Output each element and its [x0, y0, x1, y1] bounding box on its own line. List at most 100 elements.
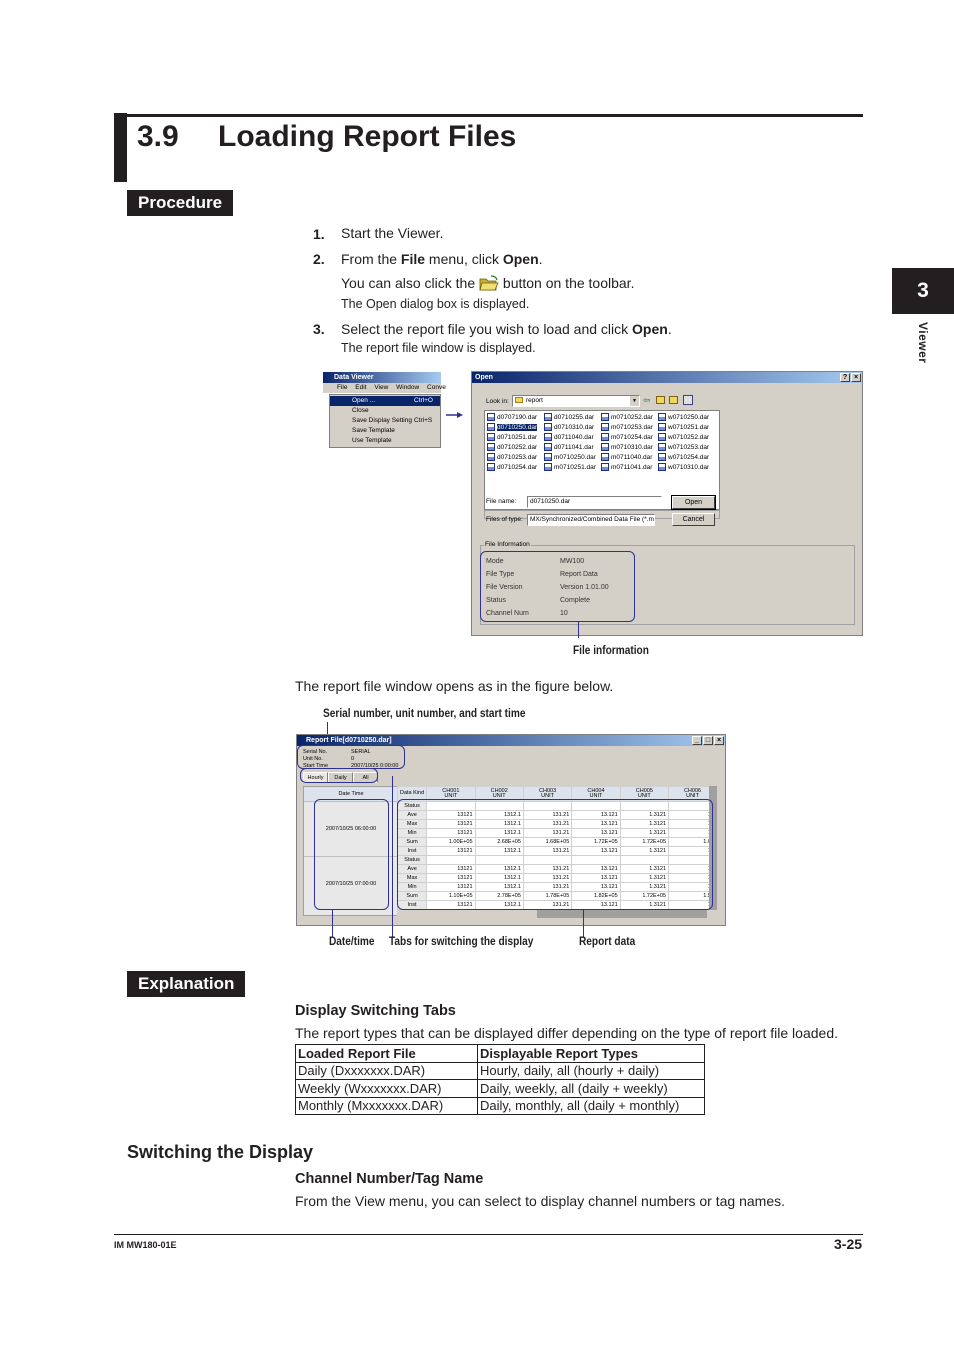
file-item[interactable]: w0710251.dar — [658, 423, 709, 433]
open-dialog-titlebar: Open ? × — [472, 372, 862, 383]
menu-item-save-display-setting[interactable]: Save Display Setting Ctrl+S — [330, 416, 440, 426]
maximize-button[interactable]: □ — [703, 736, 713, 745]
file-item[interactable]: d0711041.dar — [544, 443, 594, 453]
shortcut: Ctrl+S — [414, 417, 433, 424]
menu-view[interactable]: View — [374, 384, 388, 391]
file-item[interactable]: w0710253.dar — [658, 443, 709, 453]
cancel-button[interactable]: Cancel — [672, 513, 715, 526]
file-item[interactable]: w0710252.dar — [658, 433, 709, 443]
file-item[interactable]: m0710310.dar — [601, 443, 653, 453]
file-name: m0710251.dar — [554, 464, 596, 471]
dar-file-icon — [544, 433, 552, 442]
data-viewer-titlebar: Data Viewer — [323, 372, 441, 383]
menu-name: File — [400, 251, 426, 267]
open-button[interactable]: Open — [671, 495, 716, 510]
file-item[interactable]: d0710310.dar — [544, 423, 594, 433]
cell: Weekly (Wxxxxxxx.DAR) — [295, 1079, 478, 1098]
shortcut: Ctrl+O — [414, 397, 433, 404]
menu-item-use-template[interactable]: Use Template — [330, 436, 440, 446]
scroll-thumb[interactable] — [537, 910, 707, 918]
file-name: m0710250.dar — [554, 454, 596, 461]
file-item[interactable]: m0711041.dar — [601, 463, 652, 473]
menu-item-open[interactable]: Open ... Ctrl+O — [330, 396, 440, 406]
file-item[interactable]: d0710250.dar — [487, 423, 538, 433]
file-name: d0707190.dar — [497, 414, 538, 421]
step-1-number: 1. — [313, 226, 325, 242]
file-item[interactable]: w0710254.dar — [658, 453, 709, 463]
file-name: w0710250.dar — [668, 414, 710, 421]
open-folder-icon — [479, 275, 499, 291]
file-name-input[interactable]: d0710250.dar — [527, 496, 662, 508]
file-item[interactable]: d0710254.dar — [487, 463, 537, 473]
minimize-button[interactable]: _ — [692, 736, 702, 745]
switching-display-heading: Switching the Display — [127, 1142, 314, 1162]
file-item[interactable]: m0710250.dar — [544, 453, 596, 463]
switching-text: From the View menu, you can select to di… — [295, 1193, 785, 1209]
up-folder-icon[interactable] — [656, 396, 665, 404]
menu-item-close[interactable]: Close — [330, 406, 440, 416]
table-row: Monthly (Mxxxxxxx.DAR) Daily, monthly, al… — [295, 1096, 705, 1115]
callout-line — [392, 776, 393, 937]
file-item[interactable]: d0710253.dar — [487, 453, 537, 463]
file-item[interactable]: w0710250.dar — [658, 413, 709, 423]
file-name: d0710253.dar — [497, 454, 538, 461]
horizontal-scrollbar[interactable] — [397, 910, 717, 918]
dropdown-arrow-icon[interactable]: ▼ — [630, 396, 639, 406]
file-list[interactable]: d0707190.dar d0710250.dar d0710251.dar d071… — [484, 410, 720, 510]
new-folder-icon[interactable] — [669, 396, 678, 404]
file-item[interactable]: d0710252.dar — [487, 443, 537, 453]
menu-convert[interactable]: Conve — [427, 384, 446, 391]
close-button[interactable]: × — [714, 736, 724, 745]
menu-window[interactable]: Window — [396, 384, 419, 391]
file-item[interactable]: d0707190.dar — [487, 413, 537, 423]
file-item[interactable]: w0710310.dar — [658, 463, 709, 473]
file-name: d0710310.dar — [554, 424, 595, 431]
file-information-label: File Information — [484, 541, 531, 548]
close-button[interactable]: × — [851, 373, 861, 382]
dar-file-icon — [658, 453, 666, 462]
text: menu, click — [425, 251, 503, 267]
step-2-text: From the File menu, click Open. — [341, 251, 543, 267]
file-item[interactable]: m0710252.dar — [601, 413, 653, 423]
menu-file[interactable]: File — [337, 384, 347, 391]
dar-file-icon — [658, 443, 666, 452]
step-1-text: Start the Viewer. — [341, 225, 444, 241]
look-in-select[interactable]: report ▼ — [512, 395, 640, 407]
file-item[interactable]: d0710255.dar — [544, 413, 594, 423]
file-item[interactable]: m0711040.dar — [601, 453, 652, 463]
step-3-number: 3. — [313, 321, 325, 337]
dar-file-icon — [487, 433, 495, 442]
tabs-callout — [300, 768, 378, 783]
dar-file-icon — [544, 453, 552, 462]
file-item[interactable]: m0710253.dar — [601, 423, 653, 433]
view-menu-icon[interactable] — [683, 395, 693, 405]
cell: Daily, monthly, all (daily + monthly) — [477, 1096, 705, 1115]
file-item[interactable]: m0710251.dar — [544, 463, 596, 473]
files-of-type-select[interactable]: MX/Synchronized/Combined Data File (*.mx — [527, 514, 655, 526]
dar-file-icon — [544, 443, 552, 452]
section-number: 3.9 — [137, 120, 179, 153]
file-item[interactable]: d0711040.dar — [544, 433, 594, 443]
file-info-callout — [480, 551, 635, 622]
dar-file-icon — [544, 413, 552, 422]
help-button[interactable]: ? — [840, 373, 850, 382]
arrow-right-icon — [446, 406, 464, 424]
text: From the — [341, 251, 401, 267]
dar-file-icon — [487, 463, 495, 472]
chapter-label: Viewer — [916, 322, 930, 364]
file-name: w0710253.dar — [668, 444, 710, 451]
procedure-label: Procedure — [127, 190, 234, 216]
back-icon[interactable]: ⇦ — [643, 395, 651, 406]
explanation-label: Explanation — [127, 971, 246, 997]
file-name: m0710253.dar — [611, 424, 653, 431]
menu-item-save-template[interactable]: Save Template — [330, 426, 440, 436]
date-time-caption: Date/time — [329, 936, 375, 948]
text: . — [667, 321, 672, 337]
report-intro-text: The report file window opens as in the f… — [295, 678, 614, 694]
file-item[interactable]: d0710251.dar — [487, 433, 537, 443]
file-name: d0710250.dar — [497, 424, 538, 431]
menu-edit[interactable]: Edit — [355, 384, 366, 391]
file-item[interactable]: m0710254.dar — [601, 433, 653, 443]
table-header-row: Loaded Report File Displayable Report Ty… — [295, 1044, 705, 1063]
cell: Daily, weekly, all (daily + weekly) — [477, 1079, 705, 1098]
